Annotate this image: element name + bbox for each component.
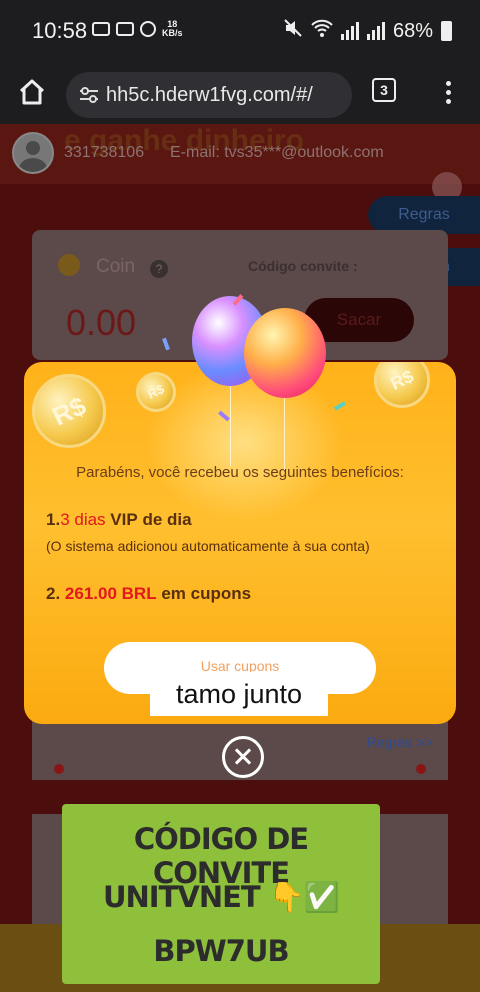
user-email-line: E-mail: tvs35***@outlook.com [170,144,384,162]
mute-icon [283,18,303,44]
benefit-1-number: 1. [46,510,61,529]
tab-switcher-button[interactable]: 3 [372,78,396,102]
coin-icon [58,254,80,276]
signal-2-icon [366,22,385,40]
benefit-1-days: 3 dias [60,510,106,529]
home-icon [19,79,45,105]
network-speed: 18 KB/s [162,20,183,38]
benefit-2-amount: 261.00 BRL [64,584,157,603]
user-id: 331738106 [64,144,145,161]
regras-button[interactable]: Regras [368,196,480,234]
regras-link[interactable]: Regras >> [367,734,432,750]
decor-dot [416,764,426,774]
url-text: hh5c.hderw1fvg.com/#/ [106,84,313,106]
video-icon [116,22,134,36]
coin-label: Coin [96,256,136,277]
page-banner: e ganhe dinheiro 331738106 E-mail: tvs35… [0,124,480,184]
benefit-2-number: 2. [46,584,61,603]
email-value: tvs35***@outlook.com [224,144,384,161]
browser-toolbar: hh5c.hderw1fvg.com/#/ 3 [0,62,480,124]
rs-coin-icon: R$ [32,374,106,448]
benefit-vip: 1.3 dias VIP de dia [46,510,192,530]
battery-percent: 68% [392,19,433,42]
invite-code-label: Código convite : [248,258,358,274]
address-bar[interactable]: hh5c.hderw1fvg.com/#/ [66,72,352,118]
benefit-1-rest: de dia [142,510,192,529]
modal-title: Parabéns, você recebeu os seguintes bene… [76,464,404,481]
benefit-2-rest: em cupons [161,584,252,603]
avatar[interactable] [12,132,54,174]
close-modal-button[interactable] [222,736,264,778]
rewards-modal: R$ R$ R$ Parabéns, você recebeu os segui… [24,362,456,724]
promo-code-value: BPW7UB [153,934,289,968]
invite-code-promo: CÓDIGO DE CONVITE UNITVNET 👇✅ BPW7UB [62,804,380,984]
rs-coin-icon: R$ [374,362,430,408]
email-label: E-mail: [170,144,220,161]
more-menu-icon[interactable] [440,78,456,110]
home-button[interactable] [16,76,48,108]
benefit-vip-note: (O sistema adicionou automaticamente à s… [46,538,370,554]
help-icon[interactable]: ? [150,260,168,278]
video-caption: tamo junto [150,672,328,716]
notification-icon [92,22,110,36]
promo-code-name: UNITVNET 👇✅ [102,880,340,914]
status-notification-icons: 18 KB/s [92,20,183,38]
wifi-icon [311,18,333,44]
rs-coin-icon: R$ [136,372,176,412]
do-not-disturb-icon [140,21,156,37]
balloon-string [230,386,231,466]
site-settings-icon[interactable] [78,85,100,105]
decor-dot [54,764,64,774]
coin-value: 0.00 [66,302,137,343]
benefit-1-vip: VIP [110,510,138,529]
balloon-string [284,396,285,470]
signal-icon [340,22,359,40]
status-right-icons: 68% [283,18,452,44]
status-time: 10:58 [32,18,88,43]
status-bar: 10:58 18 KB/s 68% [0,0,480,62]
battery-icon [441,21,452,41]
balloon-icon [244,308,326,398]
benefit-coupons: 2. 261.00 BRL em cupons [46,584,251,604]
network-speed-unit: KB/s [162,28,183,38]
